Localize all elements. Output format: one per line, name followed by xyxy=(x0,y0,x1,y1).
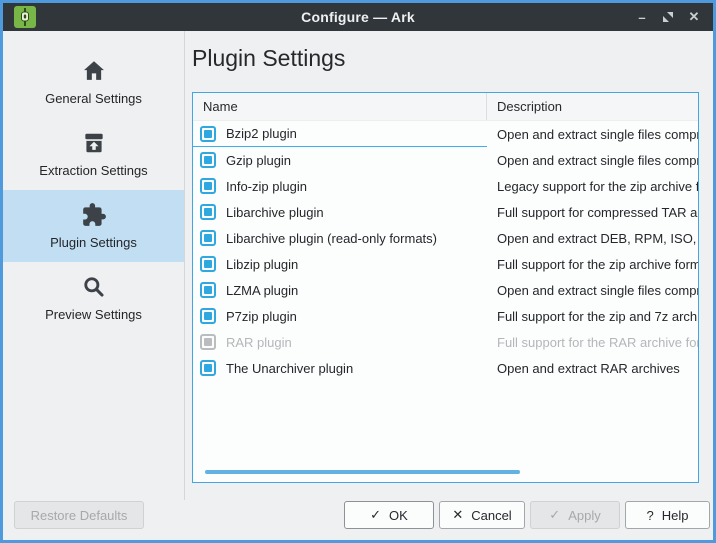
plugin-checkbox[interactable] xyxy=(200,126,216,142)
cancel-label: Cancel xyxy=(471,508,511,523)
puzzle-icon xyxy=(81,202,107,228)
table-row[interactable]: Libzip plugin Full support for the zip a… xyxy=(193,251,698,277)
sidebar-item-preview-settings[interactable]: Preview Settings xyxy=(3,262,184,334)
maximize-button[interactable] xyxy=(657,6,679,28)
table-row[interactable]: RAR plugin Full support for the RAR arch… xyxy=(193,329,698,355)
plugin-name: The Unarchiver plugin xyxy=(226,361,353,376)
table-header: Name Description xyxy=(193,93,698,121)
plugin-checkbox[interactable] xyxy=(200,204,216,220)
sidebar-item-label: General Settings xyxy=(45,91,142,106)
plugin-checkbox[interactable] xyxy=(200,256,216,272)
restore-defaults-label: Restore Defaults xyxy=(31,508,128,523)
plugin-checkbox[interactable] xyxy=(200,282,216,298)
table-row[interactable]: Libarchive plugin Full support for compr… xyxy=(193,199,698,225)
table-row[interactable]: Gzip plugin Open and extract single file… xyxy=(193,147,698,173)
window-title: Configure — Ark xyxy=(301,9,415,25)
ok-button[interactable]: ✓ OK xyxy=(344,501,434,529)
main-panel: Plugin Settings Name Description Bzip2 p… xyxy=(185,31,713,500)
plugin-name: Libarchive plugin xyxy=(226,205,324,220)
plugin-checkbox[interactable] xyxy=(200,360,216,376)
titlebar: Configure — Ark – ✕ xyxy=(3,3,713,31)
apply-label: Apply xyxy=(568,508,601,523)
table-row[interactable]: Libarchive plugin (read-only formats) Op… xyxy=(193,225,698,251)
plugin-checkbox[interactable] xyxy=(200,152,216,168)
plugin-description: Open and extract single files compressed… xyxy=(497,153,698,168)
table-row[interactable]: Bzip2 plugin Open and extract single fil… xyxy=(193,121,698,147)
settings-sidebar: General Settings Extraction Settings Plu… xyxy=(3,31,185,500)
minimize-button[interactable]: – xyxy=(631,6,653,28)
plugin-description: Full support for the zip archive format xyxy=(497,257,698,272)
apply-button: ✓ Apply xyxy=(530,501,620,529)
restore-icon xyxy=(662,11,674,23)
table-rows: Bzip2 plugin Open and extract single fil… xyxy=(193,121,698,381)
magnifier-icon xyxy=(81,274,107,300)
plugin-checkbox[interactable] xyxy=(200,178,216,194)
column-header-name[interactable]: Name xyxy=(193,93,487,120)
plugin-name: Info-zip plugin xyxy=(226,179,307,194)
plugin-name: Gzip plugin xyxy=(226,153,291,168)
table-row[interactable]: P7zip plugin Full support for the zip an… xyxy=(193,303,698,329)
plugin-checkbox xyxy=(200,334,216,350)
plugin-checkbox[interactable] xyxy=(200,308,216,324)
plugin-name: LZMA plugin xyxy=(226,283,298,298)
sidebar-item-extraction-settings[interactable]: Extraction Settings xyxy=(3,118,184,190)
question-icon: ? xyxy=(647,508,654,523)
sidebar-item-label: Preview Settings xyxy=(45,307,142,322)
plugin-description: Open and extract RAR archives xyxy=(497,361,680,376)
table-row[interactable]: Info-zip plugin Legacy support for the z… xyxy=(193,173,698,199)
plugin-description: Full support for the zip and 7z archive … xyxy=(497,309,698,324)
plugin-description: Open and extract single files compressed… xyxy=(497,127,698,142)
ark-app-icon xyxy=(14,6,36,28)
plugin-description: Full support for compressed TAR archives xyxy=(497,205,698,220)
sidebar-item-plugin-settings[interactable]: Plugin Settings xyxy=(3,190,184,262)
column-header-description[interactable]: Description xyxy=(487,93,698,120)
plugin-name: Bzip2 plugin xyxy=(226,126,297,141)
configure-dialog: Configure — Ark – ✕ General Settings xyxy=(0,0,716,543)
help-button[interactable]: ? Help xyxy=(625,501,710,529)
plugin-name: RAR plugin xyxy=(226,335,292,350)
sidebar-item-label: Extraction Settings xyxy=(39,163,147,178)
plugin-description: Open and extract DEB, RPM, ISO, AppImage… xyxy=(497,231,698,246)
sidebar-item-general-settings[interactable]: General Settings xyxy=(3,46,184,118)
plugin-checkbox[interactable] xyxy=(200,230,216,246)
cross-icon: ✕ xyxy=(452,507,463,523)
table-row[interactable]: The Unarchiver plugin Open and extract R… xyxy=(193,355,698,381)
plugin-description: Legacy support for the zip archive forma… xyxy=(497,179,698,194)
plugin-name: Libarchive plugin (read-only formats) xyxy=(226,231,437,246)
plugin-table[interactable]: Name Description Bzip2 plugin Open and e… xyxy=(192,92,699,483)
plugin-description: Open and extract single files compressed… xyxy=(497,283,698,298)
close-button[interactable]: ✕ xyxy=(683,6,705,28)
sidebar-item-label: Plugin Settings xyxy=(50,235,137,250)
plugin-name: Libzip plugin xyxy=(226,257,298,272)
horizontal-scrollbar[interactable] xyxy=(205,470,520,474)
table-row[interactable]: LZMA plugin Open and extract single file… xyxy=(193,277,698,303)
help-label: Help xyxy=(662,508,689,523)
page-title: Plugin Settings xyxy=(192,45,697,71)
home-icon xyxy=(81,58,107,84)
archive-icon xyxy=(81,130,107,156)
check-icon: ✓ xyxy=(370,507,381,523)
plugin-name: P7zip plugin xyxy=(226,309,297,324)
ok-label: OK xyxy=(389,508,408,523)
cancel-button[interactable]: ✕ Cancel xyxy=(439,501,525,529)
check-icon: ✓ xyxy=(549,507,560,523)
dialog-footer: Restore Defaults ✓ OK ✕ Cancel ✓ Apply ?… xyxy=(3,500,713,540)
restore-defaults-button: Restore Defaults xyxy=(14,501,144,529)
plugin-description: Full support for the RAR archive format xyxy=(497,335,698,350)
